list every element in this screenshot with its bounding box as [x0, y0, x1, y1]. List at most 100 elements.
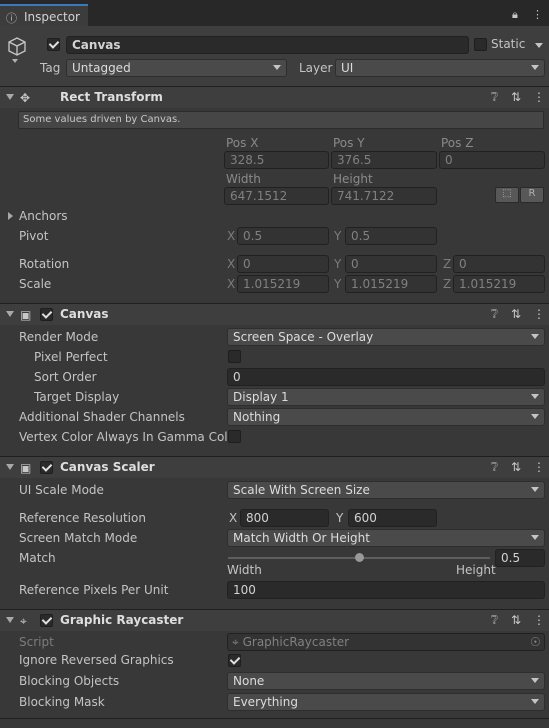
rect-transform-icon: ✥	[20, 91, 31, 105]
chevron-down-icon	[531, 414, 539, 419]
render-mode-value: Screen Space - Overlay	[233, 330, 374, 344]
foldout-arrow-icon[interactable]	[6, 94, 14, 100]
menu-kebab-icon[interactable]: ⋮	[532, 8, 543, 21]
static-dropdown-arrow[interactable]	[535, 43, 543, 48]
presets-icon[interactable]: ⇅	[511, 460, 521, 474]
vertex-color-checkbox[interactable]	[228, 430, 241, 443]
match-mode-value: Match Width Or Height	[233, 531, 370, 545]
presets-icon[interactable]: ⇅	[511, 307, 521, 321]
ref-ppu-label: Reference Pixels Per Unit	[19, 583, 169, 597]
static-label: Static	[491, 37, 526, 51]
pixel-perfect-label: Pixel Perfect	[34, 350, 108, 364]
render-mode-label: Render Mode	[19, 330, 99, 344]
presets-icon[interactable]: ⇅	[511, 90, 521, 104]
shader-channels-dropdown[interactable]: Nothing	[227, 408, 545, 426]
help-icon[interactable]: ❔︎	[491, 307, 498, 322]
rot-z-label: Z	[443, 257, 452, 271]
component-title: Graphic Raycaster	[60, 613, 184, 627]
blocking-mask-label: Blocking Mask	[19, 695, 105, 709]
raw-edit-button[interactable]: R	[520, 187, 544, 203]
static-checkbox[interactable]	[474, 38, 487, 51]
ref-x-field[interactable]: 800	[240, 509, 329, 527]
match-slider-knob[interactable]	[355, 553, 364, 562]
canvas-header[interactable]: ▣ Canvas ❔︎ ⇅ ⋮	[0, 303, 549, 325]
icon-dropdown-arrow[interactable]	[12, 59, 18, 63]
pos-z-field: 0	[439, 151, 545, 169]
help-icon[interactable]: ❔︎	[491, 460, 498, 475]
blueprint-mode-button[interactable]: ⬚	[495, 187, 519, 203]
match-value-field[interactable]: 0.5	[495, 549, 545, 567]
chevron-down-icon	[531, 394, 539, 399]
rot-y-field: 0	[345, 255, 437, 273]
tab-inspector[interactable]: ⓘ Inspector	[0, 4, 88, 26]
component-title: Canvas Scaler	[60, 460, 155, 474]
canvas-enabled-checkbox[interactable]	[40, 308, 53, 321]
rot-z-field: 0	[453, 255, 545, 273]
ref-y-field[interactable]: 600	[348, 509, 437, 527]
target-display-dropdown[interactable]: Display 1	[227, 388, 545, 406]
graphic-raycaster-enabled-checkbox[interactable]	[40, 614, 53, 627]
component-menu-icon[interactable]: ⋮	[533, 90, 545, 104]
target-display-value: Display 1	[233, 390, 289, 404]
rot-x-field: 0	[237, 255, 329, 273]
tag-dropdown[interactable]: Untagged	[66, 59, 287, 77]
anchors-foldout-icon[interactable]	[8, 212, 13, 220]
blocking-objects-dropdown[interactable]: None	[227, 672, 545, 690]
foldout-arrow-icon[interactable]	[6, 617, 14, 623]
render-mode-dropdown[interactable]: Screen Space - Overlay	[227, 328, 545, 346]
scale-label: Scale	[19, 277, 52, 291]
canvas-scaler-header[interactable]: ▣ Canvas Scaler ❔︎ ⇅ ⋮	[0, 456, 549, 478]
blocking-mask-dropdown[interactable]: Everything	[227, 693, 545, 711]
object-picker-icon[interactable]: ☉	[530, 635, 541, 649]
tab-label: Inspector	[24, 10, 80, 24]
ref-ppu-field[interactable]: 100	[227, 581, 545, 599]
height-field: 741.7122	[331, 187, 437, 205]
rect-transform-header[interactable]: ✥ Rect Transform ❔︎ ⇅ ⋮	[0, 86, 549, 108]
component-title: Canvas	[60, 307, 109, 321]
pos-x-field: 328.5	[224, 151, 329, 169]
layer-dropdown[interactable]: UI	[335, 59, 545, 77]
inspector-tab-bar: ⓘ Inspector 🔒︎ ⋮	[0, 0, 549, 26]
lock-icon[interactable]: 🔒︎	[512, 8, 518, 22]
ref-resolution-label: Reference Resolution	[19, 511, 146, 525]
match-mode-label: Screen Match Mode	[19, 531, 138, 545]
ignore-reversed-label: Ignore Reversed Graphics	[19, 653, 174, 667]
help-icon[interactable]: ❔︎	[491, 613, 498, 628]
chevron-down-icon	[531, 487, 539, 492]
pixel-perfect-checkbox[interactable]	[228, 350, 241, 363]
scale-x-field: 1.015219	[237, 275, 329, 293]
shader-channels-label: Additional Shader Channels	[19, 410, 185, 424]
blocking-objects-value: None	[233, 674, 265, 688]
layer-value: UI	[341, 61, 354, 75]
active-checkbox[interactable]	[47, 38, 60, 51]
blocking-objects-label: Blocking Objects	[19, 674, 120, 688]
component-menu-icon[interactable]: ⋮	[533, 613, 545, 627]
presets-icon[interactable]: ⇅	[511, 613, 521, 627]
pivot-label: Pivot	[19, 229, 49, 243]
chevron-down-icon	[531, 678, 539, 683]
component-menu-icon[interactable]: ⋮	[533, 307, 545, 321]
ui-scale-mode-value: Scale With Screen Size	[233, 483, 370, 497]
height-label: Height	[333, 172, 373, 186]
scale-y-label: Y	[334, 277, 342, 291]
ui-scale-mode-dropdown[interactable]: Scale With Screen Size	[227, 481, 545, 499]
pivot-x-field: 0.5	[237, 227, 329, 245]
gameobject-cube-icon	[8, 37, 26, 56]
ignore-reversed-checkbox[interactable]	[228, 654, 241, 667]
component-menu-icon[interactable]: ⋮	[533, 460, 545, 474]
graphic-raycaster-header[interactable]: ⌖ Graphic Raycaster ❔︎ ⇅ ⋮	[0, 609, 549, 631]
foldout-arrow-icon[interactable]	[6, 464, 14, 470]
canvas-scaler-enabled-checkbox[interactable]	[40, 461, 53, 474]
sort-order-field[interactable]: 0	[227, 368, 545, 386]
script-value: GraphicRaycaster	[242, 635, 350, 649]
object-header: Canvas Static Tag Untagged Layer UI	[0, 26, 549, 87]
scale-y-field: 1.015219	[345, 275, 437, 293]
foldout-arrow-icon[interactable]	[6, 311, 14, 317]
object-name-field[interactable]: Canvas	[66, 36, 469, 54]
canvas-scaler-icon: ▣	[20, 461, 32, 475]
help-icon[interactable]: ❔︎	[491, 90, 498, 105]
anchors-label[interactable]: Anchors	[19, 209, 68, 223]
match-mode-dropdown[interactable]: Match Width Or Height	[227, 529, 545, 547]
blocking-mask-value: Everything	[233, 695, 298, 709]
pos-z-label: Pos Z	[441, 136, 474, 150]
